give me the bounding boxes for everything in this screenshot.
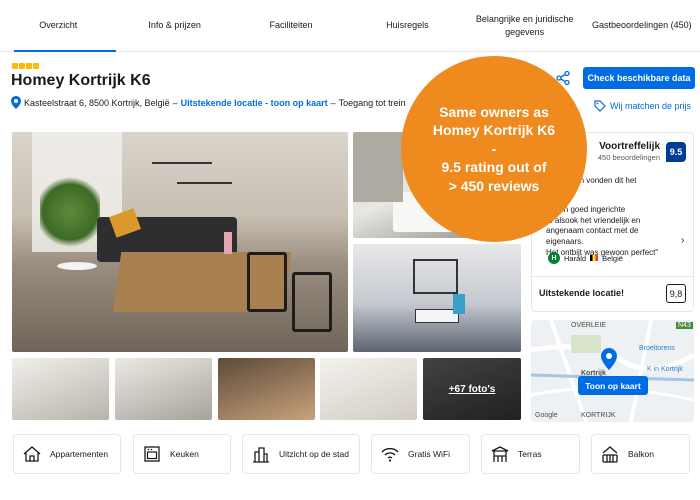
promo-overlay: Same owners as Homey Kortrijk K6 - 9.5 r… (401, 56, 587, 242)
location-map-link[interactable]: Uitstekende locatie - toon op kaart (181, 98, 328, 108)
check-availability-button[interactable]: Check beschikbare data (583, 67, 695, 89)
more-photos-label: +67 foto's (423, 358, 521, 420)
balcony-icon (602, 446, 618, 463)
plant (40, 172, 100, 252)
chair (247, 252, 287, 312)
tab-bar: Overzicht Info & prijzen Faciliteiten Hu… (0, 0, 700, 52)
facility-label: Uitzicht op de stad (279, 449, 349, 459)
tab-gastbeoordelingen[interactable]: Gastbeoordelingen (450) (584, 0, 700, 51)
facility-uitzicht: Uitzicht op de stad (242, 434, 360, 474)
city-icon (253, 447, 269, 463)
map-marker-icon (601, 348, 617, 370)
review-quote: me en goed ingerichte rs alsook het vrie… (546, 205, 659, 257)
map-pin-icon (11, 96, 21, 109)
mirror (413, 259, 458, 294)
property-page: Overzicht Info & prijzen Faciliteiten Hu… (0, 0, 700, 500)
reviewer: H Harald België (548, 252, 623, 264)
map-label-overleie: OVERLEIE (571, 322, 607, 329)
tab-huisregels[interactable]: Huisregels (349, 0, 465, 51)
oven-icon (144, 446, 160, 462)
tab-label: Overzicht (39, 20, 78, 31)
promo-line: Homey Kortrijk K6 (432, 122, 556, 139)
tab-label: Huisregels (386, 20, 429, 31)
location-score-label: Uitstekende locatie! (539, 288, 625, 298)
review-score-badge: 9.5 (666, 142, 686, 162)
address-text: Kasteelstraat 6, 8500 Kortrijk, België (24, 97, 170, 108)
wall-shelf (177, 182, 232, 184)
wall-shadow (353, 132, 403, 202)
promo-line: > 450 reviews (448, 177, 540, 194)
towel (453, 294, 465, 314)
address-row: Kasteelstraat 6, 8500 Kortrijk, België –… (11, 96, 406, 109)
transport-note: Toegang tot trein (338, 97, 406, 108)
facility-label: Keuken (170, 449, 199, 459)
map-label-kortrijk-bottom: KORTRIJK (581, 412, 616, 419)
facility-label: Gratis WiFi (408, 449, 451, 459)
thumbnail-photo[interactable] (218, 358, 315, 420)
price-match-link[interactable]: Wij matchen de prijs (594, 100, 691, 112)
terrace-icon (491, 446, 509, 462)
wall-shelf (152, 162, 212, 164)
star-icon (19, 63, 25, 69)
belgium-flag-icon (590, 255, 599, 261)
facility-appartementen: Appartementen (13, 434, 121, 474)
promo-line: - (491, 140, 497, 157)
facility-label: Terras (518, 449, 542, 459)
more-photos-thumbnail[interactable]: +67 foto's (423, 358, 521, 420)
tab-label: Info & prijzen (148, 20, 201, 31)
photo-bathroom[interactable] (353, 244, 521, 352)
map-preview[interactable]: OVERLEIE Broeltorens K in Kortrijk Kortr… (531, 320, 694, 422)
tab-info-prijzen[interactable]: Info & prijzen (116, 0, 232, 51)
tab-juridische-gegevens[interactable]: Belangrijke en juridische gegevens (466, 0, 584, 51)
reviewer-country: België (602, 253, 623, 263)
tab-faciliteiten[interactable]: Faciliteiten (233, 0, 349, 51)
house-icon (23, 446, 41, 462)
map-label-k: K in Kortrijk (647, 366, 683, 373)
wifi-icon (381, 447, 399, 462)
facility-wifi: Gratis WiFi (371, 434, 470, 474)
price-tag-icon (594, 100, 606, 112)
facility-keuken: Keuken (133, 434, 231, 474)
google-logo: Google (535, 412, 558, 419)
property-title: Homey Kortrijk K6 (11, 72, 151, 89)
facility-label: Appartementen (50, 449, 109, 459)
side-table (57, 262, 97, 270)
tab-label: Faciliteiten (269, 20, 313, 31)
tab-overzicht[interactable]: Overzicht (0, 0, 117, 52)
facility-terras: Terras (481, 434, 580, 474)
location-score-badge: 9,8 (666, 284, 686, 303)
thumbnail-photo[interactable] (115, 358, 212, 420)
facility-label: Balkon (628, 449, 654, 459)
price-match-label: Wij matchen de prijs (610, 101, 692, 111)
show-on-map-button[interactable]: Toon op kaart (578, 376, 648, 395)
chair (292, 272, 332, 332)
separator: – (172, 97, 178, 108)
divider (532, 276, 693, 277)
flower-vase (224, 232, 232, 254)
star-rating (12, 63, 39, 69)
main-photo[interactable] (12, 132, 348, 352)
road-sign-n43: N43 (676, 322, 693, 329)
star-icon (33, 63, 39, 69)
thumbnail-photo[interactable] (12, 358, 109, 420)
promo-line: Same owners as (439, 103, 549, 120)
separator: – (330, 97, 336, 108)
star-icon (12, 63, 18, 69)
thumbnail-photo[interactable] (320, 358, 417, 420)
map-label-broeltorens: Broeltorens (639, 345, 675, 352)
tab-label: Belangrijke en juridische gegevens (475, 14, 574, 37)
promo-line: 9.5 rating out of (441, 159, 547, 176)
reviewer-name: Harald (564, 253, 587, 263)
facility-balkon: Balkon (591, 434, 690, 474)
tab-label: Gastbeoordelingen (450) (592, 20, 692, 31)
avatar: H (548, 252, 560, 264)
star-icon (26, 63, 32, 69)
chevron-right-icon[interactable]: › (681, 235, 684, 246)
